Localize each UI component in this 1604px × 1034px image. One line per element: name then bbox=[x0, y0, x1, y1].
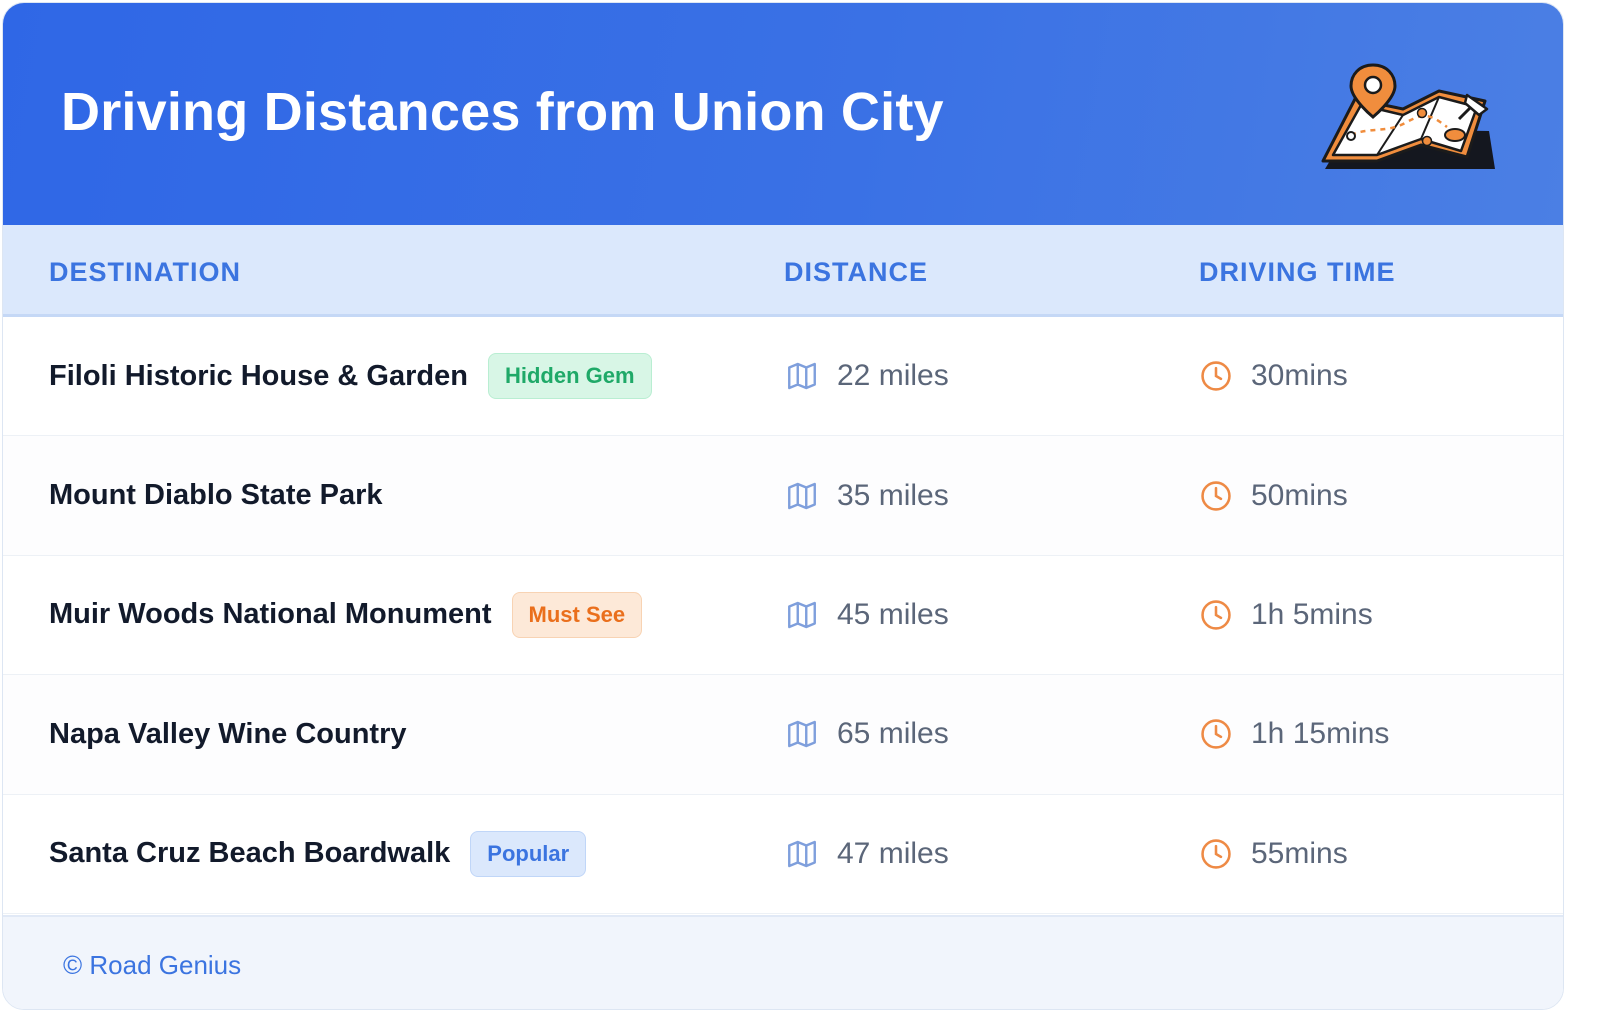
map-icon bbox=[788, 362, 816, 390]
map-icon bbox=[788, 840, 816, 867]
distance-value: 35 miles bbox=[837, 478, 949, 512]
driving-time-value: 1h 5mins bbox=[1251, 597, 1373, 631]
footer-credit[interactable]: © Road Genius bbox=[63, 950, 241, 981]
column-header-driving-time[interactable]: DRIVING TIME bbox=[1199, 257, 1396, 288]
table-row[interactable]: Napa Valley Wine Country 65 miles 1h 15m… bbox=[3, 675, 1563, 795]
destination-name: Mount Diablo State Park bbox=[49, 479, 383, 512]
clock-icon bbox=[1201, 361, 1231, 391]
table-body: Filoli Historic House & Garden Hidden Ge… bbox=[3, 317, 1563, 914]
map-icon bbox=[788, 601, 816, 629]
card-header: Driving Distances from Union City bbox=[3, 3, 1563, 225]
destination-name: Muir Woods National Monument bbox=[49, 598, 492, 631]
distance-value: 47 miles bbox=[837, 836, 949, 870]
map-pin-illustration bbox=[1321, 63, 1495, 169]
column-header-distance[interactable]: DISTANCE bbox=[784, 257, 928, 288]
map-icon bbox=[788, 721, 816, 748]
clock-icon bbox=[1201, 480, 1231, 511]
driving-time-value: 50mins bbox=[1251, 478, 1348, 512]
hidden-gem-badge: Hidden Gem bbox=[487, 353, 652, 400]
table-header: DESTINATION DISTANCE DRIVING TIME bbox=[3, 225, 1563, 317]
distance-value: 45 miles bbox=[837, 597, 949, 631]
destination-name: Filoli Historic House & Garden bbox=[49, 359, 468, 392]
distances-card: Driving Distances from Union City DESTIN… bbox=[2, 2, 1564, 1010]
clock-icon bbox=[1201, 600, 1231, 630]
map-icon bbox=[788, 482, 816, 509]
page-title: Driving Distances from Union City bbox=[61, 82, 944, 142]
driving-time-value: 1h 15mins bbox=[1251, 717, 1390, 751]
table-row[interactable]: Filoli Historic House & Garden Hidden Ge… bbox=[3, 317, 1563, 437]
table-row[interactable]: Mount Diablo State Park 35 miles 50mins bbox=[3, 436, 1563, 556]
clock-icon bbox=[1201, 719, 1231, 750]
card-footer: © Road Genius bbox=[3, 915, 1563, 1009]
clock-icon bbox=[1201, 839, 1231, 869]
distance-value: 65 miles bbox=[837, 717, 949, 751]
column-header-destination[interactable]: DESTINATION bbox=[49, 257, 241, 288]
table-row[interactable]: Santa Cruz Beach Boardwalk Popular 47 mi… bbox=[3, 794, 1563, 914]
must-see-badge: Must See bbox=[511, 591, 643, 638]
driving-time-value: 30mins bbox=[1251, 359, 1348, 393]
table-row[interactable]: Muir Woods National Monument Must See 45… bbox=[3, 555, 1563, 676]
distance-value: 22 miles bbox=[837, 359, 949, 393]
destination-name: Napa Valley Wine Country bbox=[49, 717, 407, 750]
destination-name: Santa Cruz Beach Boardwalk bbox=[49, 837, 451, 870]
popular-badge: Popular bbox=[470, 830, 587, 877]
driving-time-value: 55mins bbox=[1251, 836, 1348, 870]
